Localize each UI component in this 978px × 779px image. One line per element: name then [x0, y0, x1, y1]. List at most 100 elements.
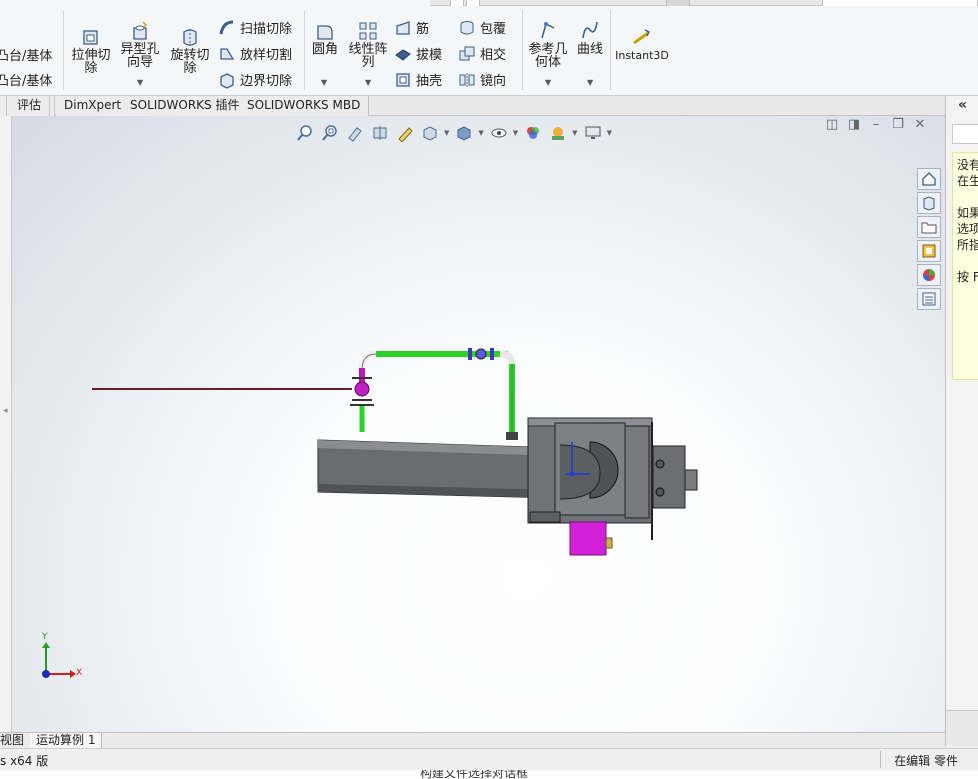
appearances-icon	[923, 269, 935, 281]
burner-housing[interactable]	[527, 417, 698, 540]
title-strip-button[interactable]	[466, 0, 480, 6]
edit-status: 在编辑 零件	[894, 752, 958, 769]
gas-pipework[interactable]	[350, 348, 518, 440]
title-strip-button[interactable]	[450, 0, 464, 6]
home-icon	[922, 172, 936, 186]
tab-evaluate[interactable]: 评估	[6, 96, 51, 116]
mirror-button[interactable]: 镜向	[458, 70, 506, 89]
title-strip-button[interactable]	[666, 0, 690, 6]
extruded-boss-label: 凸台/基体	[0, 49, 53, 64]
boundary-cut-icon	[220, 72, 234, 89]
ribbon-divider	[63, 10, 64, 90]
lofted-cut-label: 放样切割	[240, 48, 293, 63]
rib-label: 筋	[416, 22, 430, 37]
shell-label: 抽壳	[416, 74, 443, 89]
revolved-cut-button[interactable]: 旋转切 除	[168, 26, 212, 75]
solidworks-resources-tab[interactable]	[917, 168, 941, 190]
fillet-label: 圆角	[311, 42, 338, 57]
motor-block[interactable]	[569, 521, 613, 556]
reference-triad: Y X	[36, 632, 96, 684]
linear-pattern-dropdown-icon[interactable]: ▼	[365, 78, 371, 87]
instant3d-button[interactable]: Instant3D	[614, 26, 670, 62]
hole-wizard-button[interactable]: 异型孔 向导	[118, 20, 162, 69]
wrap-label: 包覆	[480, 22, 507, 37]
curves-dropdown-icon[interactable]: ▼	[587, 78, 593, 87]
message-line	[957, 189, 978, 205]
boundary-cut-label: 边界切除	[240, 74, 293, 89]
graphics-area[interactable]: ▼ ▼ ▼ ▼ ▼ ◫ ◨ – ❐ ✕ Y X	[12, 116, 945, 732]
ribbon-divider	[610, 10, 611, 90]
linear-pattern-icon	[359, 22, 377, 40]
lofted-cut-button[interactable]: 放样切割	[218, 44, 292, 63]
collapse-task-pane-button[interactable]: «	[946, 96, 978, 116]
draft-button[interactable]: 拔模	[394, 44, 442, 63]
lofted-cut-icon	[220, 47, 235, 60]
revolved-cut-icon	[183, 29, 197, 46]
3d-model-view[interactable]	[12, 116, 945, 732]
reference-geometry-button[interactable]: 参考几 何体	[526, 20, 570, 69]
reference-geometry-dropdown-icon[interactable]: ▼	[545, 78, 551, 87]
fillet-dropdown-icon[interactable]: ▼	[321, 78, 327, 87]
rib-button[interactable]: 筋	[394, 18, 429, 37]
revolved-boss-button[interactable]: 凸台/基体	[0, 70, 52, 89]
curves-button[interactable]: 曲线	[574, 20, 606, 56]
file-explorer-tab[interactable]	[917, 216, 941, 238]
message-line: 按 F	[957, 270, 978, 284]
command-manager-tabs: 评估 DimXpert SOLIDWORKS 插件 SOLIDWORKS MBD	[0, 96, 978, 116]
message-line: 如果	[957, 206, 978, 220]
boundary-cut-button[interactable]: 边界切除	[218, 70, 292, 89]
swept-cut-button[interactable]: 扫描切除	[218, 18, 292, 37]
curves-label: 曲线	[576, 42, 603, 57]
burner-barrel[interactable]	[317, 439, 561, 499]
tooltip-text: 构建文件选择对话框	[420, 770, 529, 779]
rib-icon	[396, 20, 410, 35]
intersect-button[interactable]: 相交	[458, 44, 506, 63]
wrap-button[interactable]: 包覆	[458, 18, 506, 37]
fillet-icon	[317, 25, 333, 40]
hole-wizard-dropdown-icon[interactable]: ▼	[137, 78, 143, 87]
message-line: 所指	[957, 238, 978, 252]
tab-solidworks-addins[interactable]: SOLIDWORKS 插件	[122, 96, 249, 116]
title-strip-search[interactable]	[822, 0, 978, 6]
tab-solidworks-mbd[interactable]: SOLIDWORKS MBD	[239, 96, 370, 116]
custom-properties-tab[interactable]	[917, 288, 941, 310]
extruded-boss-button[interactable]: 凸台/基体	[0, 45, 52, 64]
status-bar: s x64 版 在编辑 零件	[0, 748, 978, 770]
hole-wizard-label: 异型孔 向导	[120, 42, 160, 70]
intersect-label: 相交	[480, 48, 507, 63]
status-divider	[880, 751, 881, 768]
triad-x-label: X	[76, 668, 83, 678]
linear-pattern-button[interactable]: 线性阵 列	[346, 20, 390, 69]
feature-manager-edge[interactable]: ◂	[0, 116, 12, 732]
intersect-icon	[459, 46, 475, 60]
mirror-icon	[459, 72, 475, 87]
extruded-cut-button[interactable]: 拉伸切 除	[70, 26, 112, 75]
collapse-handle-icon[interactable]: ◂	[3, 406, 8, 416]
view-palette-tab[interactable]	[917, 240, 941, 262]
tab-motion-study-1[interactable]: 运动算例 1	[30, 733, 103, 748]
curves-icon	[582, 21, 598, 39]
taskbar-tooltip: 构建文件选择对话框	[0, 770, 978, 779]
linear-pattern-label: 线性阵 列	[348, 42, 388, 70]
task-pane-field[interactable]	[952, 124, 978, 144]
shell-button[interactable]: 抽壳	[394, 70, 442, 89]
title-strip	[430, 0, 978, 6]
mirror-label: 镜向	[480, 74, 507, 89]
message-line	[957, 253, 978, 269]
appearances-tab[interactable]	[917, 264, 941, 286]
command-manager-ribbon: 凸台/基体 凸台/基体 拉伸切 除 异型孔 向导 ▼ 旋转切 除 扫描切除 放样…	[0, 0, 978, 96]
design-library-tab[interactable]	[917, 192, 941, 214]
fillet-button[interactable]: 圆角	[308, 20, 342, 56]
task-pane-scrollbar[interactable]	[946, 710, 978, 746]
shell-icon	[396, 72, 410, 87]
task-pane-message: 没有 在生 如果 选项 所指 按 F	[952, 152, 978, 380]
extruded-cut-label: 拉伸切 除	[71, 48, 111, 76]
extruded-cut-icon	[83, 30, 98, 45]
revolved-boss-label: 凸台/基体	[0, 74, 53, 89]
swept-cut-icon	[219, 20, 234, 34]
reference-geometry-icon	[541, 22, 555, 39]
tab-dimxpert[interactable]: DimXpert	[56, 96, 131, 116]
custom-properties-icon	[922, 292, 936, 306]
tab-model-view[interactable]: 视图	[0, 733, 32, 748]
folder-icon	[921, 222, 937, 234]
